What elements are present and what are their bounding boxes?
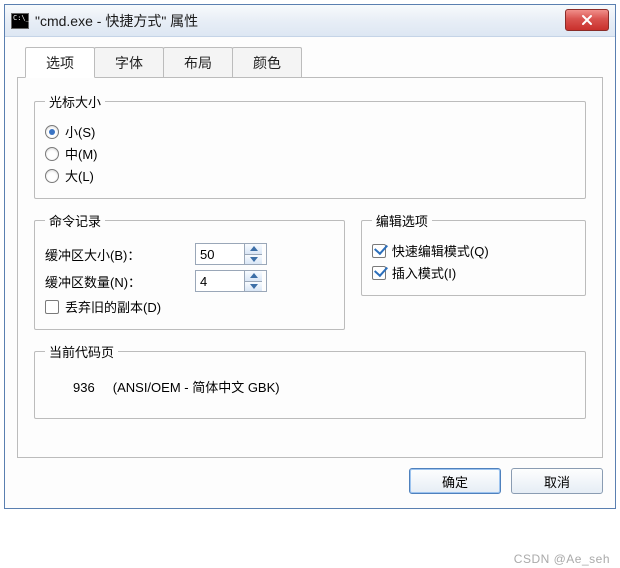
quick-edit-row[interactable]: 快速编辑模式(Q) xyxy=(372,241,575,260)
spin-up-button[interactable] xyxy=(245,244,262,255)
buffer-size-input[interactable] xyxy=(196,244,244,264)
watermark-text: CSDN @Ae_seh xyxy=(514,552,610,566)
spin-up-button[interactable] xyxy=(245,271,262,282)
cursor-size-large-row[interactable]: 大(L) xyxy=(45,166,575,185)
chevron-up-icon xyxy=(250,246,258,251)
cursor-size-medium-label: 中(M) xyxy=(65,144,98,163)
insert-mode-label: 插入模式(I) xyxy=(392,263,456,282)
cursor-size-legend: 光标大小 xyxy=(45,92,105,111)
discard-old-row[interactable]: 丢弃旧的副本(D) xyxy=(45,297,334,316)
cursor-size-small-label: 小(S) xyxy=(65,122,95,141)
edit-options-legend: 编辑选项 xyxy=(372,211,432,230)
radio-icon xyxy=(45,169,59,183)
checkbox-icon xyxy=(45,300,59,314)
buffer-count-input[interactable] xyxy=(196,271,244,291)
code-page-group: 当前代码页 936 (ANSI/OEM - 简体中文 GBK) xyxy=(34,342,586,419)
close-icon xyxy=(581,14,593,26)
chevron-down-icon xyxy=(250,257,258,262)
buffer-size-label: 缓冲区大小(B)： xyxy=(45,245,195,264)
cursor-size-small-row[interactable]: 小(S) xyxy=(45,122,575,141)
tab-strip: 选项 字体 布局 颜色 xyxy=(17,47,603,78)
client-area: 选项 字体 布局 颜色 光标大小 小(S) 中(M) 大(L) xyxy=(5,37,615,508)
code-page-value: 936 xyxy=(73,380,95,395)
tab-panel-options: 光标大小 小(S) 中(M) 大(L) 命令记录 xyxy=(17,78,603,458)
buffer-size-spinner[interactable] xyxy=(195,243,267,265)
code-page-legend: 当前代码页 xyxy=(45,342,118,361)
buffer-count-spinner[interactable] xyxy=(195,270,267,292)
chevron-down-icon xyxy=(250,284,258,289)
chevron-up-icon xyxy=(250,273,258,278)
cursor-size-group: 光标大小 小(S) 中(M) 大(L) xyxy=(34,92,586,199)
checkbox-icon xyxy=(372,266,386,280)
window-title: "cmd.exe - 快捷方式" 属性 xyxy=(35,11,198,31)
insert-mode-row[interactable]: 插入模式(I) xyxy=(372,263,575,282)
title-bar: "cmd.exe - 快捷方式" 属性 xyxy=(5,5,615,37)
cancel-button[interactable]: 取消 xyxy=(511,468,603,494)
code-page-desc: (ANSI/OEM - 简体中文 GBK) xyxy=(113,380,280,395)
ok-button[interactable]: 确定 xyxy=(409,468,501,494)
dialog-buttons: 确定 取消 xyxy=(17,468,603,494)
radio-icon xyxy=(45,125,59,139)
command-history-group: 命令记录 缓冲区大小(B)： xyxy=(34,211,345,330)
spin-down-button[interactable] xyxy=(245,255,262,265)
spin-down-button[interactable] xyxy=(245,282,262,292)
buffer-count-label: 缓冲区数量(N)： xyxy=(45,272,195,291)
cursor-size-large-label: 大(L) xyxy=(65,166,94,185)
discard-old-label: 丢弃旧的副本(D) xyxy=(65,297,161,316)
app-icon xyxy=(11,13,29,29)
edit-options-group: 编辑选项 快速编辑模式(Q) 插入模式(I) xyxy=(361,211,586,296)
tab-colors[interactable]: 颜色 xyxy=(232,47,302,77)
quick-edit-label: 快速编辑模式(Q) xyxy=(392,241,489,260)
cursor-size-medium-row[interactable]: 中(M) xyxy=(45,144,575,163)
properties-dialog: "cmd.exe - 快捷方式" 属性 选项 字体 布局 颜色 光标大小 小(S… xyxy=(4,4,616,509)
tab-layout[interactable]: 布局 xyxy=(163,47,233,77)
checkbox-icon xyxy=(372,244,386,258)
command-history-legend: 命令记录 xyxy=(45,211,105,230)
tab-font[interactable]: 字体 xyxy=(94,47,164,77)
radio-icon xyxy=(45,147,59,161)
close-button[interactable] xyxy=(565,9,609,31)
tab-options[interactable]: 选项 xyxy=(25,47,95,78)
